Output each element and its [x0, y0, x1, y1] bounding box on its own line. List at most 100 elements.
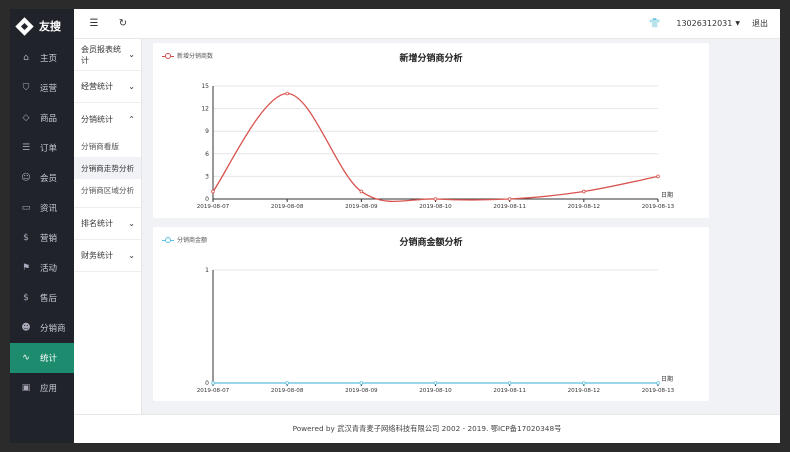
y-tick-label: 0	[205, 380, 209, 387]
list-icon: ☰	[21, 143, 31, 153]
x-tick-label: 2019-08-11	[493, 204, 526, 210]
x-tick-label: 2019-08-12	[568, 204, 601, 210]
y-tick-label: 12	[201, 106, 209, 113]
subnav-item-trend[interactable]: 分销商走势分析	[74, 157, 141, 179]
data-point	[359, 381, 364, 385]
x-tick-label: 2019-08-09	[345, 388, 378, 394]
sidebar-item[interactable]: ▣ 应用	[10, 373, 74, 403]
shield-icon: ⛉	[22, 83, 30, 93]
x-tick-label: 2019-08-11	[493, 388, 526, 394]
sidebar-item-label: 售后	[40, 294, 58, 304]
sidebar-nav: ⌂ 主页 ⛉ 运营 ◇ 商品 ☰ 订单 ☺ 会员 ▭ 资讯 $ 营销 ⚑ 活动 $ 售后 ☻ 分销商 ∿ 统计 ▣ 应用	[10, 43, 74, 403]
y-tick-label: 0	[205, 196, 209, 203]
flag-icon: ⚑	[21, 263, 31, 273]
menu-toggle-icon[interactable]: ☰	[87, 18, 101, 29]
data-point	[507, 197, 512, 201]
y-tick-label: 1	[205, 267, 209, 274]
data-point	[285, 381, 289, 385]
stats-icon: ∿	[22, 353, 30, 363]
data-point	[582, 381, 586, 385]
subnav-group-business[interactable]: 经营统计 ⌄	[74, 71, 141, 103]
chevron-down-icon: ⌄	[128, 82, 135, 91]
data-point	[582, 189, 586, 194]
data-point	[211, 189, 215, 194]
sidebar-item[interactable]: ☻ 分销商	[10, 313, 74, 343]
y-tick-label: 9	[205, 128, 209, 135]
subnav-group-label: 分销统计	[81, 114, 113, 124]
subnav-group-ranking[interactable]: 排名统计 ⌄	[74, 208, 141, 240]
x-axis-label: 日期	[661, 191, 673, 199]
subnav-group-member-report[interactable]: 会员报表统计 ⌄	[74, 39, 141, 71]
chevron-down-icon: ⌄	[128, 50, 135, 59]
y-tick-label: 3	[205, 173, 209, 180]
sidebar-item[interactable]: ⛉ 运营	[10, 73, 74, 103]
sidebar-item[interactable]: ▭ 资讯	[10, 193, 74, 223]
subnav-group-finance[interactable]: 财务统计 ⌄	[74, 240, 141, 272]
sidebar-item[interactable]: $ 营销	[10, 223, 74, 253]
coin-icon: $	[23, 233, 29, 243]
data-point	[359, 189, 364, 194]
sidebar: 友搜 ⌂ 主页 ⛉ 运营 ◇ 商品 ☰ 订单 ☺ 会员 ▭ 资讯 $ 营销 ⚑ 活动 $ 售后 ☻ 分销商 ∿ 统计 ▣ 应用	[10, 9, 74, 443]
sidebar-item[interactable]: ⌂ 主页	[10, 43, 74, 73]
sidebar-item-label: 运营	[40, 84, 58, 94]
users-icon: ☺	[21, 173, 31, 183]
chart-new-distributors: 0 3 6 9 12 15 2019-08-07 2019-08-08 2019-08-09 20…	[197, 83, 675, 210]
x-tick-label: 2019-08-13	[642, 204, 675, 210]
subnav-group-distribution-header[interactable]: 分销统计 ⌃	[74, 103, 141, 135]
user-icon: ☻	[21, 323, 31, 333]
apps-icon: ▣	[21, 383, 31, 393]
topbar: ☰ ↻ 👕 13026312031 ▼ 退出	[74, 9, 780, 39]
x-tick-label: 2019-08-07	[197, 388, 230, 394]
data-point	[433, 381, 438, 385]
tag-icon: ◇	[22, 113, 30, 123]
chat-icon: ▭	[21, 203, 31, 213]
logout-link[interactable]: 退出	[752, 18, 768, 29]
x-axis-label: 日期	[661, 375, 673, 383]
x-tick-label: 2019-08-10	[419, 388, 452, 394]
logo-text: 友搜	[39, 20, 61, 33]
x-tick-label: 2019-08-10	[419, 204, 452, 210]
user-area: 👕 13026312031 ▼ 退出	[649, 18, 780, 29]
sub-navigation: 会员报表统计 ⌄ 经营统计 ⌄ 分销统计 ⌃ 分销商看版 分销商走势分析 分销商…	[74, 39, 142, 414]
sidebar-item-label: 营销	[40, 234, 58, 244]
data-point	[285, 91, 289, 96]
sidebar-item[interactable]: ∿ 统计	[10, 343, 74, 373]
refresh-icon[interactable]: ↻	[116, 18, 130, 29]
sidebar-item-label: 订单	[40, 144, 58, 154]
chevron-down-icon[interactable]: ▼	[735, 20, 740, 27]
sidebar-item-label: 商品	[40, 114, 58, 124]
shirt-icon[interactable]: 👕	[649, 19, 660, 29]
x-tick-label: 2019-08-08	[271, 204, 304, 210]
sidebar-item[interactable]: $ 售后	[10, 283, 74, 313]
subnav-item-region[interactable]: 分销商区域分析	[74, 179, 141, 201]
aftersale-icon: $	[23, 293, 29, 303]
sidebar-item[interactable]: ☺ 会员	[10, 163, 74, 193]
sidebar-item[interactable]: ⚑ 活动	[10, 253, 74, 283]
sidebar-item[interactable]: ◇ 商品	[10, 103, 74, 133]
user-phone-dropdown[interactable]: 13026312031	[676, 19, 732, 28]
sidebar-item[interactable]: ☰ 订单	[10, 133, 74, 163]
logo-mark-icon	[15, 16, 34, 36]
data-point	[507, 381, 512, 385]
logo[interactable]: 友搜	[10, 9, 74, 43]
chevron-up-icon: ⌃	[128, 114, 135, 124]
sidebar-item-label: 统计	[40, 354, 58, 364]
chevron-down-icon: ⌄	[128, 251, 135, 260]
sidebar-item-label: 会员	[40, 174, 58, 184]
subnav-group-label: 财务统计	[81, 251, 113, 260]
home-icon: ⌂	[23, 53, 29, 63]
footer-text: Powered by 武汉青青麦子网络科技有限公司 2002 - 2019. 鄂…	[292, 424, 562, 433]
chart-card-new-distributors: 新增分销商数 新增分销商分析 0 3 6 9 12 15 2019-08-07 2019-08…	[153, 43, 709, 218]
sidebar-item-label: 主页	[40, 54, 58, 64]
series-line	[212, 92, 659, 203]
x-tick-label: 2019-08-09	[345, 204, 378, 210]
app-frame: 友搜 ⌂ 主页 ⛉ 运营 ◇ 商品 ☰ 订单 ☺ 会员 ▭ 资讯 $ 营销 ⚑ 活动 $ 售后 ☻ 分销商 ∿ 统计 ▣ 应用…	[10, 9, 780, 443]
y-tick-label: 15	[201, 83, 209, 90]
subnav-item-dashboard[interactable]: 分销商看版	[74, 135, 141, 157]
sidebar-item-label: 分销商	[40, 324, 66, 334]
x-tick-label: 2019-08-12	[568, 388, 601, 394]
sidebar-item-label: 资讯	[40, 204, 58, 214]
data-point	[211, 381, 215, 385]
data-point	[433, 197, 438, 201]
chevron-down-icon: ⌄	[128, 219, 135, 228]
